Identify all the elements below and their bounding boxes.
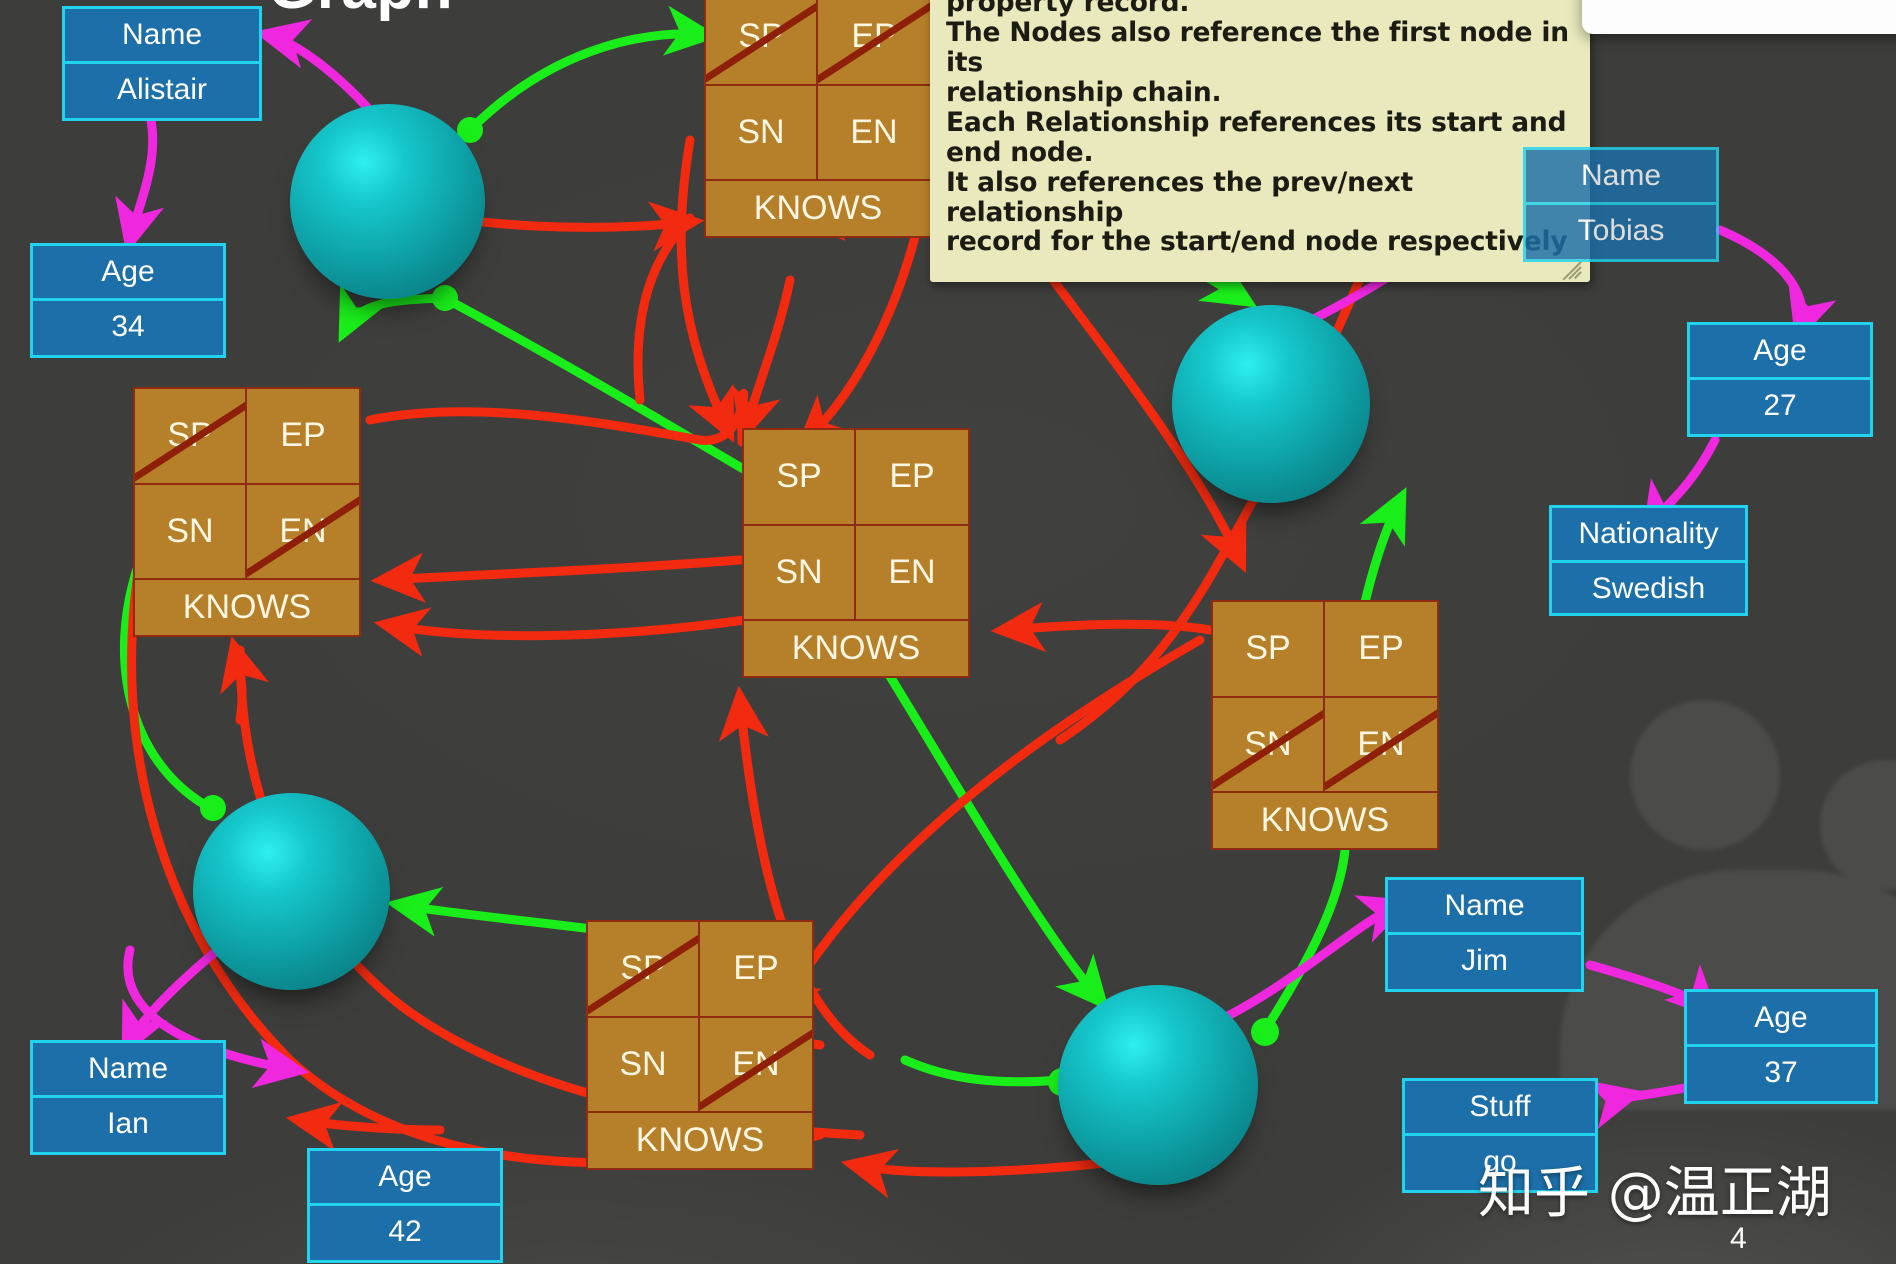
- record-cell-en: EN: [247, 485, 359, 580]
- node-sphere-tobias[interactable]: [1172, 305, 1370, 503]
- record-cell-sn: SN: [588, 1017, 700, 1113]
- watermark: 知乎 @温正湖: [1478, 1161, 1832, 1226]
- property-key: Name: [65, 9, 259, 64]
- record-cell-ep: EP: [247, 389, 359, 485]
- record-cell-sp: SP: [1213, 602, 1325, 698]
- property-key: Name: [33, 1043, 223, 1098]
- property-value: Ian: [107, 1107, 149, 1140]
- sticky-note-text: Each node/relationship references its fi…: [930, 0, 1590, 267]
- note-line: It also references the prev/next relatio…: [946, 166, 1413, 228]
- property-value: 34: [111, 310, 145, 343]
- property-key: Age: [310, 1151, 500, 1206]
- record-cell-en: EN: [818, 86, 930, 181]
- property-box-name-ian[interactable]: Name Ian: [30, 1040, 226, 1155]
- sticky-note[interactable]: Each node/relationship references its fi…: [930, 0, 1590, 282]
- property-key: Age: [1687, 992, 1875, 1047]
- record-cell-sp: SP: [135, 389, 247, 485]
- property-box-name-tobias[interactable]: Name Tobias: [1523, 147, 1719, 262]
- property-key: Stuff: [1405, 1081, 1595, 1136]
- property-value: Alistair: [116, 73, 207, 106]
- record-cell-sn: SN: [1213, 697, 1325, 793]
- property-value: 27: [1763, 389, 1797, 422]
- note-line: end node.: [946, 136, 1094, 168]
- property-key: Name: [1388, 880, 1581, 935]
- record-type-label: KNOWS: [182, 588, 312, 626]
- record-cell-en: EN: [856, 526, 968, 621]
- record-type-label: KNOWS: [753, 189, 883, 227]
- record-cell-sn: SN: [744, 525, 856, 621]
- property-box-age-37[interactable]: Age 37: [1684, 989, 1878, 1104]
- property-value: 42: [388, 1215, 422, 1248]
- note-line: The Nodes also reference the first node …: [946, 16, 1569, 78]
- record-cell-sp: SP: [744, 430, 856, 526]
- property-key: Age: [1690, 325, 1870, 380]
- node-sphere-ian[interactable]: [193, 793, 390, 990]
- property-box-age-34[interactable]: Age 34: [30, 243, 226, 358]
- property-key: Nationality: [1552, 508, 1745, 563]
- record-cell-en: EN: [1325, 698, 1437, 793]
- record-type-label: KNOWS: [791, 629, 921, 667]
- note-line: Each Relationship references its start a…: [946, 106, 1567, 138]
- property-box-name-alistair[interactable]: Name Alistair: [62, 6, 262, 121]
- record-cell-ep: EP: [700, 922, 812, 1018]
- property-value: 37: [1764, 1056, 1798, 1089]
- property-box-age-42[interactable]: Age 42: [307, 1148, 503, 1263]
- property-box-nationality-swedish[interactable]: Nationality Swedish: [1549, 505, 1748, 616]
- record-cell-en: EN: [700, 1018, 812, 1113]
- note-line: record for the start/end node respective…: [946, 226, 1568, 258]
- property-key: Age: [33, 246, 223, 301]
- property-box-age-27[interactable]: Age 27: [1687, 322, 1873, 437]
- node-sphere-jim[interactable]: [1058, 985, 1258, 1185]
- record-cell-sn: SN: [706, 85, 818, 181]
- record-cell-sp: SP: [588, 922, 700, 1018]
- record-cell-ep: EP: [856, 430, 968, 526]
- record-cell-sp: SP: [706, 0, 818, 86]
- property-box-name-jim[interactable]: Name Jim: [1385, 877, 1584, 992]
- relationship-record-left[interactable]: SP EP SN EN KNOWS: [133, 387, 361, 637]
- record-cell-sn: SN: [135, 484, 247, 580]
- relationship-record-bottom[interactable]: SP EP SN EN KNOWS: [586, 920, 814, 1170]
- record-cell-ep: EP: [1325, 602, 1437, 698]
- property-value: Swedish: [1591, 572, 1706, 605]
- property-value: Tobias: [1577, 214, 1665, 247]
- slide-canvas: Graph: [0, 0, 1896, 1264]
- record-type-label: KNOWS: [1260, 801, 1390, 839]
- record-cell-ep: EP: [818, 0, 930, 86]
- note-line: property record.: [946, 0, 1190, 18]
- node-sphere-alistair[interactable]: [290, 104, 485, 299]
- relationship-record-center[interactable]: SP EP SN EN KNOWS: [742, 428, 970, 678]
- tooltip-card[interactable]: value in relationship: [1582, 0, 1896, 34]
- relationship-record-right[interactable]: SP EP SN EN KNOWS: [1211, 600, 1439, 850]
- page-number: 4: [1730, 1222, 1747, 1255]
- note-line: relationship chain.: [946, 76, 1222, 108]
- property-key: Name: [1526, 150, 1716, 205]
- property-value: Jim: [1461, 944, 1508, 977]
- relationship-record-top[interactable]: SP EP SN EN KNOWS: [704, 0, 932, 238]
- record-type-label: KNOWS: [635, 1121, 765, 1159]
